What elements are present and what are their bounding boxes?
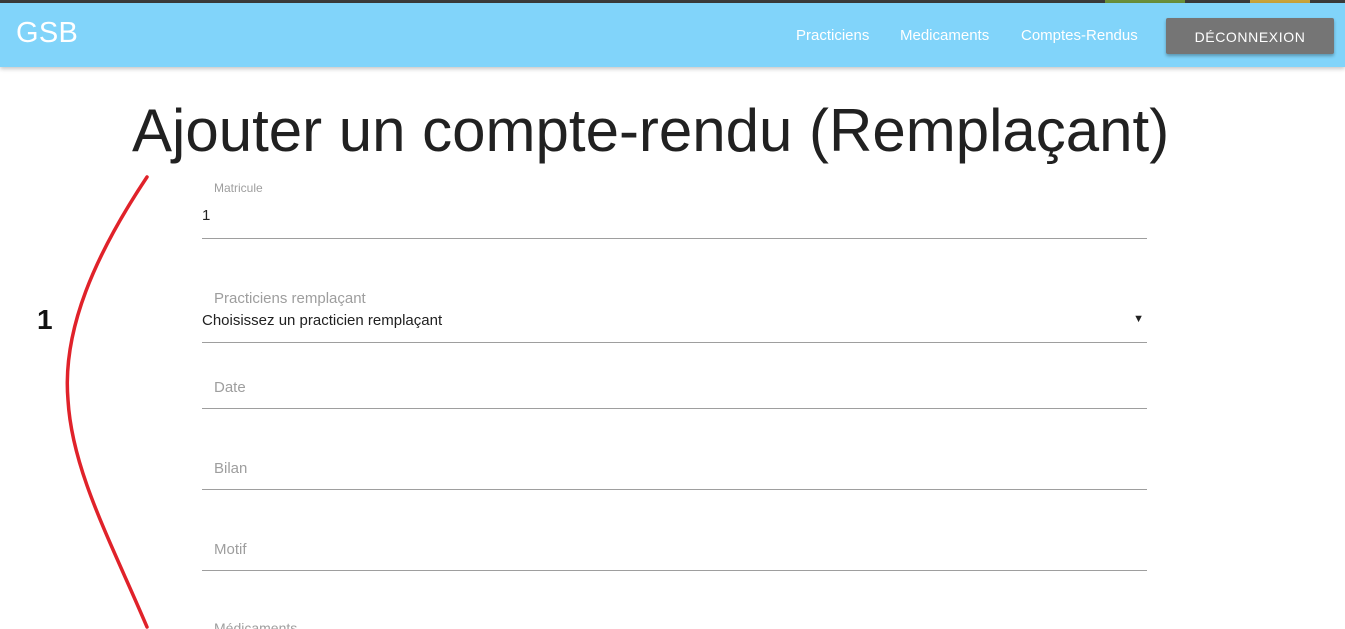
annotation-bracket: [65, 175, 149, 629]
annotation-number: 1: [37, 304, 53, 335]
annotation-curve: [65, 175, 149, 629]
